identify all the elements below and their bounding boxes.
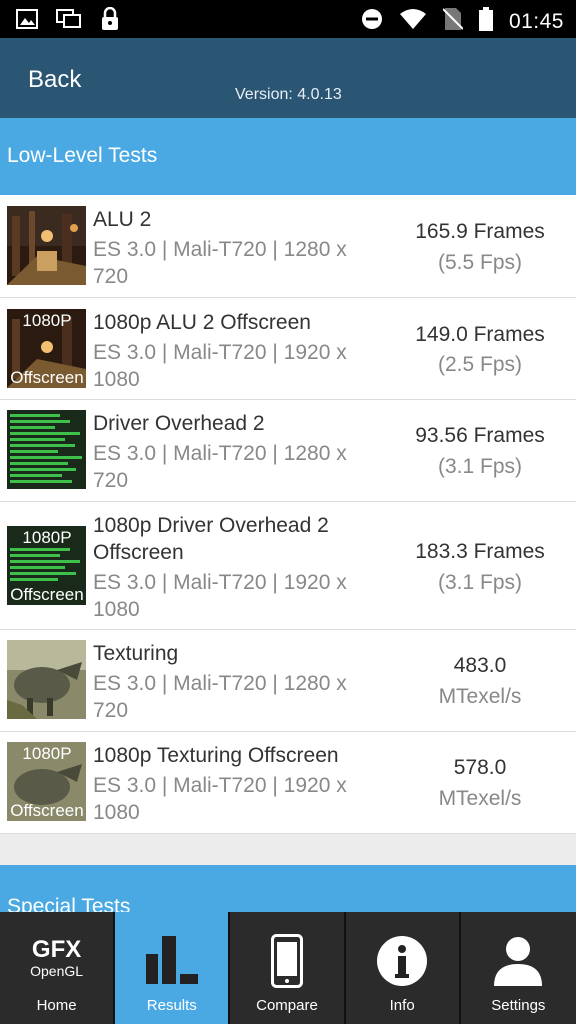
battery-icon [478,7,493,36]
result-row[interactable]: 1080P Offscreen 1080p Texturing Offscree… [0,732,576,834]
test-score: 183.3 Frames [415,540,545,563]
wifi-icon [399,8,427,35]
tab-label: Home [36,997,77,1014]
overlay-icon [56,9,82,34]
driver-overhead-thumbnail [7,410,86,489]
app-bar: Back Version: 4.0.13 [0,38,576,118]
texturing-thumbnail [7,640,86,719]
badge-top: 1080P [22,528,71,547]
logo-gfx: GFX [31,936,82,963]
test-title: ALU 2 [93,208,152,231]
bottom-navigation: GFX OpenGL Home Results Compare Info Set… [0,912,576,1024]
test-config: ES 3.0 | Mali-T720 | 1280 x 720 [93,442,347,492]
badge-bottom: Offscreen [10,585,83,604]
result-row[interactable]: 1080P Offscreen 1080p Driver Overhead 2 … [0,502,576,630]
user-icon [461,936,576,986]
results-list: ALU 2 ES 3.0 | Mali-T720 | 1280 x 720 16… [0,195,576,834]
test-score: 93.56 Frames [415,424,545,447]
test-title: 1080p ALU 2 Offscreen [93,311,311,334]
texturing-offscreen-thumbnail: 1080P Offscreen [7,742,86,821]
section-header-special: Special Tests [0,865,576,912]
gfx-logo-icon: GFX OpenGL [0,938,113,980]
test-title: Driver Overhead 2 [93,412,265,435]
tab-label: Results [146,997,197,1014]
test-config: ES 3.0 | Mali-T720 | 1280 x 720 [93,672,347,722]
tab-compare[interactable]: Compare [230,912,346,1024]
back-button[interactable]: Back [28,66,81,94]
test-fps: (5.5 Fps) [437,251,523,274]
clock: 01:45 [508,9,564,33]
test-config: ES 3.0 | Mali-T720 | 1920 x 1080 [93,341,347,391]
tab-info[interactable]: Info [345,912,461,1024]
badge-top: 1080P [22,744,71,763]
test-score: 483.0 [453,654,507,677]
section-title: Low-Level Tests [7,144,158,167]
result-row[interactable]: 1080P Offscreen 1080p ALU 2 Offscreen ES… [0,298,576,400]
driver-overhead-offscreen-thumbnail: 1080P Offscreen [7,526,86,605]
tab-label: Info [389,997,415,1014]
test-fps: (2.5 Fps) [437,353,523,376]
version-label: Version: 4.0.13 [235,86,342,103]
alu-offscreen-thumbnail: 1080P Offscreen [7,309,86,388]
result-row[interactable]: ALU 2 ES 3.0 | Mali-T720 | 1280 x 720 16… [0,195,576,298]
test-title: 1080p Driver Overhead 2 Offscreen [93,514,329,564]
tab-home[interactable]: GFX OpenGL Home [0,912,116,1024]
bar-chart-icon [115,936,228,984]
section-title: Special Tests [7,895,131,912]
test-fps: (3.1 Fps) [437,455,523,478]
test-score: 165.9 Frames [415,220,545,243]
alu-thumbnail [7,206,86,285]
do-not-disturb-icon [361,8,383,35]
tab-results[interactable]: Results [115,912,231,1024]
test-config: ES 3.0 | Mali-T720 | 1920 x 1080 [93,571,347,621]
image-icon [16,9,38,34]
info-icon [346,936,459,986]
tab-label: Compare [256,997,318,1014]
status-bar: 01:45 [0,0,576,38]
test-score: 149.0 Frames [415,323,545,346]
test-fps: (3.1 Fps) [437,571,523,594]
test-title: 1080p Texturing Offscreen [93,744,339,767]
badge-bottom: Offscreen [10,368,83,387]
phone-icon [230,934,343,988]
tab-settings[interactable]: Settings [460,912,576,1024]
badge-top: 1080P [22,311,71,330]
logo-opengl: OpenGL [30,963,84,979]
test-config: ES 3.0 | Mali-T720 | 1280 x 720 [93,238,347,288]
test-unit: MTexel/s [438,787,522,810]
result-row[interactable]: Texturing ES 3.0 | Mali-T720 | 1280 x 72… [0,630,576,732]
result-row[interactable]: Driver Overhead 2 ES 3.0 | Mali-T720 | 1… [0,400,576,502]
tab-label: Settings [491,997,546,1014]
no-sim-icon [442,7,464,36]
test-config: ES 3.0 | Mali-T720 | 1920 x 1080 [93,774,347,824]
screen: { "status_bar": { "time": "01:45", "icon… [0,0,576,1024]
test-score: 578.0 [453,756,507,779]
test-title: Texturing [93,642,179,665]
lock-icon [100,6,120,36]
test-unit: MTexel/s [438,685,522,708]
section-header-low-level: Low-Level Tests [0,118,576,195]
badge-bottom: Offscreen [10,801,83,820]
